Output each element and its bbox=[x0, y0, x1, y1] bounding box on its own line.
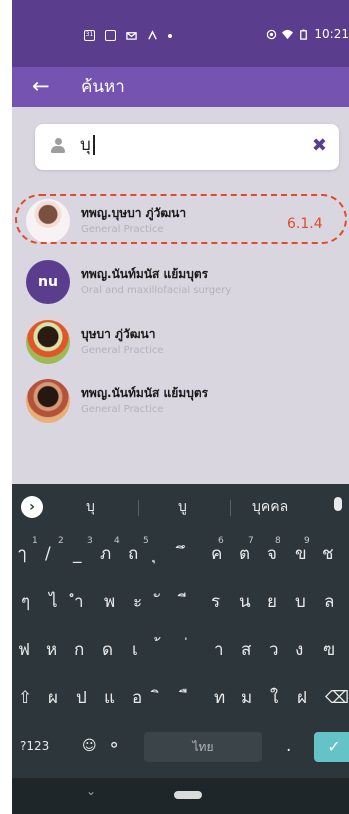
key-hint: 4 bbox=[114, 536, 120, 546]
list-item[interactable]: ทพญ.นันท์มนัส แย้มบุตร General Practice bbox=[24, 377, 344, 423]
annotation-label: 6.1.4 bbox=[287, 216, 323, 232]
list-item[interactable]: nu ทพญ.นันท์มนัส แย้มบุตร Oral and maxil… bbox=[24, 258, 344, 304]
key[interactable]: ว bbox=[269, 628, 279, 672]
key[interactable]: ม bbox=[241, 676, 252, 720]
key-hint: 8 bbox=[275, 536, 281, 546]
search-bar[interactable]: บุ ✖ bbox=[35, 124, 339, 170]
globe-icon[interactable]: ⚬ bbox=[107, 724, 121, 768]
key[interactable]: ด bbox=[102, 628, 113, 672]
wifi-icon bbox=[282, 29, 294, 39]
microphone-icon[interactable] bbox=[334, 497, 342, 511]
calendar-icon: 31 bbox=[84, 30, 95, 41]
avatar: nu bbox=[26, 260, 70, 304]
key-hint: 9 bbox=[304, 536, 310, 546]
divider bbox=[230, 500, 231, 516]
key-row-4: ⇧ ผ ป แ อ ิ ื ท ม ใ ฝ ⌫ bbox=[12, 676, 349, 720]
page-title: ค้นหา bbox=[81, 77, 125, 97]
doctor-specialty: Oral and maxillofacial surgery bbox=[81, 285, 232, 296]
backspace-icon[interactable]: ⌫ bbox=[325, 676, 349, 720]
suggestion[interactable]: บุ bbox=[86, 497, 95, 517]
symbols-key[interactable]: ?123 bbox=[20, 724, 49, 768]
chevron-right-icon[interactable]: › bbox=[21, 496, 43, 518]
shift-icon[interactable]: ⇧ bbox=[18, 676, 32, 720]
doctor-name: ทพญ.นันท์มนัส แย้มบุตร bbox=[81, 386, 209, 400]
key-row-2: ๆ ไ ำ พ ะ ั ี ร น ย บ ล bbox=[12, 580, 349, 624]
vpn-icon bbox=[148, 30, 157, 40]
home-pill[interactable] bbox=[174, 791, 202, 799]
enter-check-icon[interactable]: ✓ bbox=[314, 732, 349, 762]
avatar bbox=[26, 379, 70, 423]
search-input[interactable]: บุ bbox=[80, 133, 95, 157]
status-bar: 31 10:21 bbox=[12, 0, 349, 67]
doctor-name: ทพญ.นันท์มนัส แย้มบุตร bbox=[81, 267, 209, 281]
keyboard: › บุ บู บุคคล ๅ / _ ภ ถ ุ ึ ค ต จ ข ช 1 … bbox=[12, 484, 349, 814]
key[interactable]: ๆ bbox=[21, 580, 30, 624]
key[interactable]: า bbox=[214, 628, 224, 672]
key[interactable]: ก bbox=[74, 628, 84, 672]
key[interactable]: ส bbox=[241, 628, 251, 672]
key-row-5: ?123 ☺ ⚬ ไทย . ✓ bbox=[12, 724, 349, 768]
key[interactable]: น bbox=[239, 580, 251, 624]
key[interactable]: ใ bbox=[270, 676, 278, 720]
key-hint: 7 bbox=[248, 536, 254, 546]
mail-icon bbox=[126, 32, 137, 40]
key[interactable]: ฝ bbox=[297, 676, 307, 720]
space-key[interactable]: ไทย bbox=[144, 732, 262, 762]
key-hint: 3 bbox=[87, 536, 93, 546]
phone-screen: 31 10:21 ← ค้นหา บุ ✖ ทพญ.บุษบา ภู่วัฒนา… bbox=[12, 0, 349, 814]
key[interactable]: แ bbox=[104, 676, 115, 720]
dot-icon bbox=[168, 34, 172, 38]
app-bar: ← ค้นหา bbox=[12, 67, 349, 107]
suggestion[interactable]: บู bbox=[178, 497, 187, 517]
key[interactable]: ป bbox=[76, 676, 87, 720]
key-hints: 1 2 3 4 5 6 7 8 9 bbox=[12, 532, 349, 576]
doctor-specialty: General Practice bbox=[81, 404, 164, 415]
key[interactable]: บ bbox=[295, 580, 306, 624]
close-x-icon[interactable]: ✖ bbox=[312, 135, 327, 157]
key[interactable]: ล bbox=[324, 580, 334, 624]
suggestion[interactable]: บุคคล bbox=[252, 497, 288, 517]
sheet-icon bbox=[105, 30, 116, 41]
key[interactable]: อ bbox=[132, 676, 142, 720]
key[interactable]: เ bbox=[132, 628, 138, 672]
key-hint: 6 bbox=[218, 536, 224, 546]
navigation-bar: ⌄ bbox=[12, 778, 349, 814]
key[interactable]: ง bbox=[295, 628, 303, 672]
key[interactable]: พ bbox=[104, 580, 115, 624]
key[interactable]: ร bbox=[211, 580, 220, 624]
chevron-down-icon[interactable]: ⌄ bbox=[86, 784, 96, 798]
arrow-left-icon[interactable]: ← bbox=[32, 74, 50, 98]
text-caret bbox=[92, 135, 95, 155]
doctor-name: บุษบา ภู่วัฒนา bbox=[81, 327, 156, 341]
battery-icon bbox=[300, 28, 308, 40]
cast-icon bbox=[267, 29, 277, 39]
key-hint: 1 bbox=[32, 536, 38, 546]
emoji-icon[interactable]: ☺ bbox=[82, 724, 97, 768]
divider bbox=[138, 500, 139, 516]
person-icon bbox=[51, 138, 65, 154]
period-key[interactable]: . bbox=[286, 724, 291, 768]
doctor-specialty: General Practice bbox=[81, 345, 164, 356]
key[interactable]: ฟ bbox=[18, 628, 30, 672]
key[interactable]: ำ bbox=[74, 580, 84, 624]
clock: 10:21 bbox=[314, 27, 349, 41]
key[interactable]: ย bbox=[267, 580, 277, 624]
key[interactable]: ะ bbox=[133, 580, 142, 624]
key[interactable]: ไ bbox=[49, 580, 58, 624]
key[interactable]: ผ bbox=[48, 676, 58, 720]
key-row-3: ฟ ห ก ด เ ้ ่ า ส ว ง ฃ bbox=[12, 628, 349, 672]
key[interactable]: ท bbox=[214, 676, 225, 720]
avatar bbox=[26, 320, 70, 364]
key-hint: 5 bbox=[143, 536, 149, 546]
key[interactable]: ห bbox=[46, 628, 57, 672]
key[interactable]: ฃ bbox=[323, 628, 335, 672]
list-item[interactable]: บุษบา ภู่วัฒนา General Practice bbox=[24, 318, 344, 364]
key-hint: 2 bbox=[58, 536, 64, 546]
